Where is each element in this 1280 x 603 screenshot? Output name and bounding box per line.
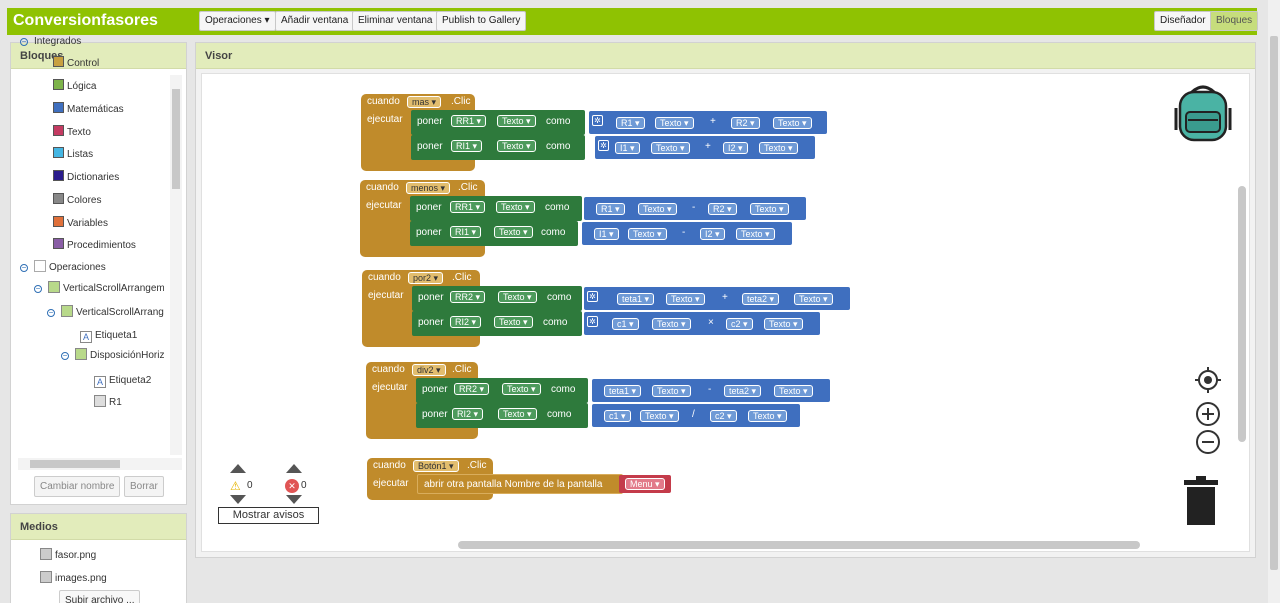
trash-icon[interactable] [1182, 476, 1220, 526]
tree-logica[interactable]: Lógica [53, 78, 96, 96]
screen-name-block[interactable]: Menu ▾ [619, 475, 671, 493]
dictionaries-icon [53, 170, 64, 181]
tree-integrados[interactable]: − Integrados [20, 34, 81, 51]
tree-procedimientos[interactable]: Procedimientos [53, 237, 136, 255]
page-scrollbar[interactable] [1268, 0, 1280, 603]
set-block[interactable]: poner RI1 ▾ Texto ▾ como [411, 135, 585, 160]
text-icon [53, 125, 64, 136]
tree-etiqueta1[interactable]: A Etiqueta1 [80, 327, 137, 345]
tree-r1[interactable]: R1 [94, 394, 122, 412]
media-file-2[interactable]: images.png [40, 570, 107, 588]
operaciones-dropdown[interactable]: Operaciones ▾ [199, 11, 276, 31]
backpack-icon[interactable] [1172, 82, 1234, 144]
logic-icon [53, 79, 64, 90]
error-icon: ✕ [285, 479, 299, 493]
addition-block[interactable]: ✲ teta1 ▾ Texto ▾ + teta2 ▾ Texto ▾ [584, 287, 850, 310]
warnings-next-icon[interactable] [230, 495, 246, 504]
top-toolbar: Conversionfasores Operaciones ▾ Añadir v… [7, 8, 1259, 35]
errors-prev-icon[interactable] [286, 464, 302, 473]
component-dropdown[interactable]: menos ▾ [406, 182, 451, 194]
set-block[interactable]: poner RR2 ▾ Texto ▾ como [412, 286, 582, 311]
viewer-title: Visor [196, 43, 1255, 69]
tree-etiqueta2[interactable]: A Etiqueta2 [94, 372, 151, 390]
tree-vertical-scrollbar[interactable] [170, 75, 182, 455]
media-panel-title: Medios [11, 514, 186, 540]
tree-texto[interactable]: Texto [53, 124, 91, 142]
lists-icon [53, 147, 64, 158]
component-dropdown[interactable]: por2 ▾ [408, 272, 444, 284]
errors-count: 0 [301, 480, 307, 491]
division-block[interactable]: c1 ▾ Texto ▾ / c2 ▾ Texto ▾ [592, 404, 800, 427]
add-window-button[interactable]: Añadir ventana [275, 11, 355, 31]
collapse-icon[interactable]: − [47, 309, 55, 317]
addition-block[interactable]: ✲ R1 ▾ Texto ▾ + R2 ▾ Texto ▾ [589, 111, 827, 134]
arrangement-icon [61, 305, 73, 317]
arrangement-icon [48, 281, 60, 293]
set-block[interactable]: poner RR2 ▾ Texto ▾ como [416, 378, 588, 403]
textbox-icon [94, 395, 106, 407]
tree-listas[interactable]: Listas [53, 146, 93, 164]
delete-button[interactable]: Borrar [124, 476, 164, 497]
tree-verticalscroll-2[interactable]: − VerticalScrollArrang [47, 304, 164, 322]
app-title: Conversionfasores [13, 12, 158, 29]
collapse-icon[interactable]: − [20, 38, 28, 46]
tree-verticalscroll-1[interactable]: − VerticalScrollArrangem [34, 280, 164, 298]
tree-matematicas[interactable]: Matemáticas [53, 101, 124, 119]
screen-icon [34, 260, 46, 272]
subtraction-block[interactable]: I1 ▾ Texto ▾ - I2 ▾ Texto ▾ [582, 222, 792, 245]
warnings-prev-icon[interactable] [230, 464, 246, 473]
tree-disposicion[interactable]: − DisposiciónHoriz [61, 347, 164, 365]
tree-horizontal-scrollbar[interactable] [18, 458, 182, 470]
zoom-in-icon[interactable] [1195, 401, 1221, 427]
set-block[interactable]: poner RI2 ▾ Texto ▾ como [412, 311, 582, 336]
image-icon [40, 571, 52, 583]
label-icon: A [94, 376, 106, 388]
set-block[interactable]: poner RI1 ▾ Texto ▾ como [410, 221, 578, 246]
subtraction-block[interactable]: R1 ▾ Texto ▾ - R2 ▾ Texto ▾ [584, 197, 806, 220]
tree-colores[interactable]: Colores [53, 192, 101, 210]
warnings-count: 0 [247, 480, 253, 491]
rename-button[interactable]: Cambiar nombre [34, 476, 121, 497]
workspace-vertical-scrollbar[interactable] [1238, 186, 1246, 442]
collapse-icon[interactable]: − [20, 264, 28, 272]
subtraction-block[interactable]: teta1 ▾ Texto ▾ - teta2 ▾ Texto ▾ [592, 379, 830, 402]
zoom-out-icon[interactable] [1195, 429, 1221, 455]
addition-block[interactable]: ✲ I1 ▾ Texto ▾ + I2 ▾ Texto ▾ [595, 136, 815, 159]
workspace-horizontal-scrollbar[interactable] [458, 541, 1140, 549]
procedures-icon [53, 238, 64, 249]
label-icon: A [80, 331, 92, 343]
blocks-workspace[interactable]: cuando mas ▾ .Clic ejecutar poner RR1 ▾ … [201, 73, 1250, 552]
collapse-icon[interactable]: − [61, 352, 69, 360]
set-block[interactable]: poner RR1 ▾ Texto ▾ como [410, 196, 582, 221]
delete-window-button[interactable]: Eliminar ventana [352, 11, 439, 31]
warning-icon: ⚠ [230, 479, 241, 493]
open-screen-block[interactable]: abrir otra pantalla Nombre de la pantall… [417, 474, 623, 494]
designer-button[interactable]: Diseñador [1154, 11, 1212, 31]
tree-control[interactable]: Control [53, 55, 99, 73]
image-icon [40, 548, 52, 560]
errors-next-icon[interactable] [286, 495, 302, 504]
show-warnings-button[interactable]: Mostrar avisos [218, 507, 319, 524]
tree-dictionaries[interactable]: Dictionaries [53, 169, 119, 187]
control-icon [53, 56, 64, 67]
recenter-icon[interactable] [1195, 367, 1221, 393]
component-dropdown[interactable]: Botón1 ▾ [413, 460, 459, 472]
component-dropdown[interactable]: div2 ▾ [412, 364, 446, 376]
collapse-icon[interactable]: − [34, 285, 42, 293]
colors-icon [53, 193, 64, 204]
component-dropdown[interactable]: mas ▾ [407, 96, 442, 108]
variables-icon [53, 216, 64, 227]
set-block[interactable]: poner RR1 ▾ Texto ▾ como [411, 110, 585, 135]
arrangement-icon [75, 348, 87, 360]
media-file-1[interactable]: fasor.png [40, 547, 96, 565]
tree-operaciones[interactable]: − Operaciones [20, 259, 106, 277]
multiplication-block[interactable]: ✲ c1 ▾ Texto ▾ × c2 ▾ Texto ▾ [584, 312, 820, 335]
math-icon [53, 102, 64, 113]
tree-variables[interactable]: Variables [53, 215, 108, 233]
set-block[interactable]: poner RI2 ▾ Texto ▾ como [416, 403, 588, 428]
publish-to-gallery-button[interactable]: Publish to Gallery [436, 11, 527, 31]
blocks-button[interactable]: Bloques [1210, 11, 1259, 31]
blocks-tree: − Integrados Control Lógica Matemáticas T… [14, 34, 164, 414]
upload-file-button[interactable]: Subir archivo ... [59, 590, 141, 603]
